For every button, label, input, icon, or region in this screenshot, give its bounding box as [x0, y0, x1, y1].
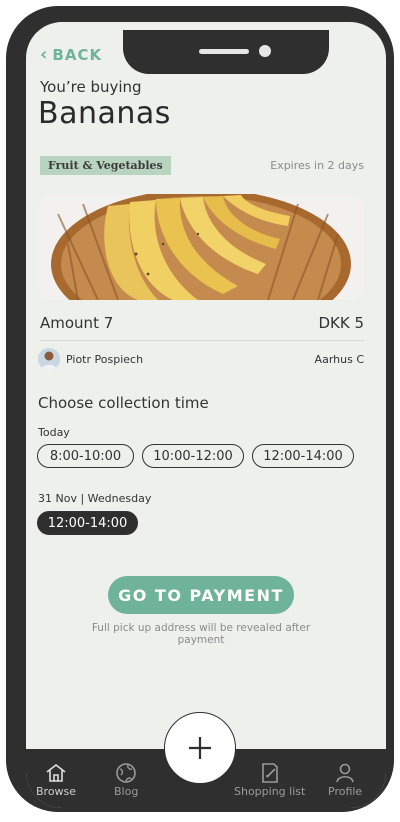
time-slot-button[interactable]: 8:00-10:00 [37, 444, 134, 468]
avatar [38, 348, 60, 370]
globe-icon [116, 763, 136, 783]
notch [123, 30, 329, 74]
plus-icon [189, 737, 211, 759]
back-button[interactable]: ‹ BACK [40, 44, 103, 65]
list-icon [261, 763, 278, 783]
day-label-today: Today [38, 426, 70, 439]
tab-label: Browse [36, 785, 77, 798]
chevron-left-icon: ‹ [40, 44, 49, 65]
speaker [199, 49, 249, 54]
tab-profile[interactable]: Profile [328, 761, 362, 798]
profile-icon [336, 763, 354, 783]
time-slot-button[interactable]: 10:00-12:00 [142, 444, 244, 468]
phone-frame: ‹ BACK You’re buying Bananas Fruit & Veg… [6, 6, 394, 812]
seller-location: Aarhus C [314, 353, 364, 366]
tab-label: Shopping list [234, 785, 306, 798]
divider [40, 340, 364, 341]
screen: ‹ BACK You’re buying Bananas Fruit & Veg… [26, 22, 386, 808]
tab-shopping-list[interactable]: Shopping list [234, 761, 305, 798]
person-avatar-icon [38, 348, 60, 370]
page-title: Bananas [38, 96, 171, 131]
product-photo [38, 194, 364, 300]
page-subtitle: You’re buying [40, 78, 142, 96]
seller-info[interactable]: Piotr Pospiech [38, 348, 143, 370]
bananas-photo-icon [38, 194, 364, 300]
tab-label: Profile [328, 785, 363, 798]
payment-note: Full pick up address will be revealed af… [91, 622, 311, 646]
category-tag: Fruit & Vegetables [40, 156, 171, 175]
add-button[interactable] [164, 712, 236, 784]
seller-name: Piotr Pospiech [66, 352, 144, 366]
price-text: DKK 5 [318, 314, 364, 332]
tab-label: Blog [114, 785, 139, 798]
time-slot-button[interactable]: 12:00-14:00 [252, 444, 354, 468]
home-icon [46, 763, 66, 782]
go-to-payment-button[interactable]: GO TO PAYMENT [108, 576, 294, 614]
time-slot-button-selected[interactable]: 12:00-14:00 [37, 511, 138, 535]
collection-heading: Choose collection time [38, 394, 209, 412]
tab-browse[interactable]: Browse [36, 761, 76, 798]
day-label-wednesday: 31 Nov | Wednesday [38, 492, 152, 505]
expiry-text: Expires in 2 days [270, 159, 364, 172]
tab-blog[interactable]: Blog [114, 761, 138, 798]
amount-text: Amount 7 [40, 314, 114, 332]
camera [259, 45, 271, 57]
back-label: BACK [52, 46, 103, 64]
